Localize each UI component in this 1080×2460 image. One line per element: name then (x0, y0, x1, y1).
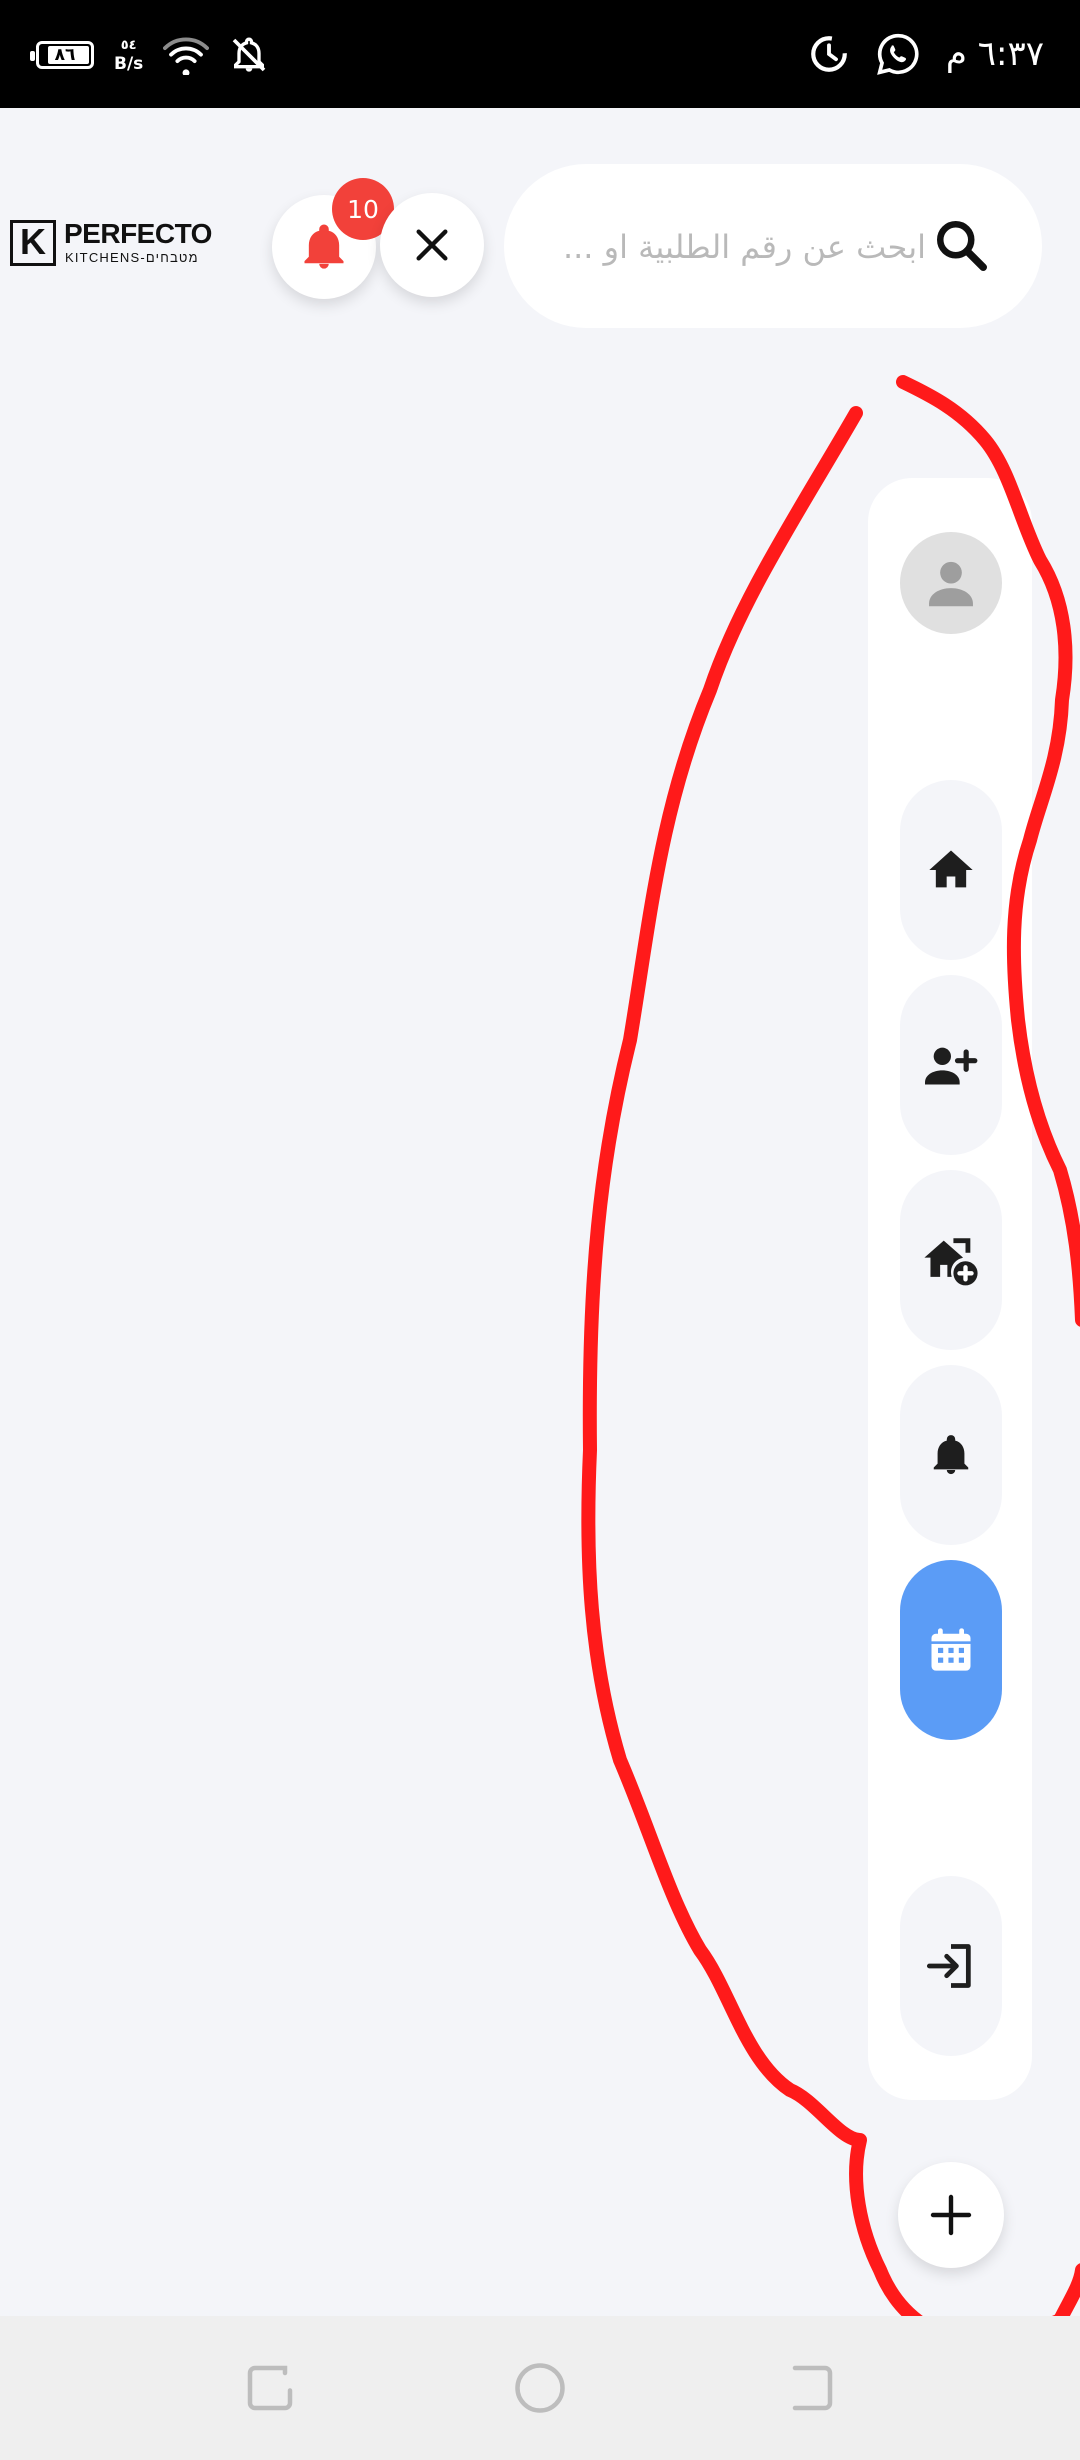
home-nav-icon[interactable] (510, 2358, 570, 2418)
logo-mark: K (10, 220, 56, 266)
clock-time: ٦:٣٧ م (945, 34, 1044, 74)
add-home-icon (924, 1238, 978, 1286)
battery-level: ٨٦ (54, 45, 76, 65)
login-icon (926, 1944, 971, 1988)
logo-title: PERFECTO (64, 218, 212, 249)
clock-app-icon (811, 36, 847, 72)
home-icon (929, 850, 973, 888)
system-navigation-bar (0, 2316, 1080, 2460)
status-right: ٦:٣٧ م (808, 26, 1044, 82)
nav-logout[interactable] (900, 1876, 1002, 2056)
recents-icon[interactable] (240, 2358, 300, 2418)
whatsapp-icon (877, 33, 919, 75)
user-avatar[interactable] (900, 532, 1002, 634)
network-speed: ٥٤ B/s (114, 36, 143, 74)
nav-add-home[interactable] (900, 1170, 1002, 1350)
person-icon (929, 561, 973, 607)
add-button[interactable] (898, 2162, 1004, 2268)
plus-icon (930, 2194, 972, 2236)
calendar-icon (931, 1628, 971, 1671)
nav-add-user[interactable] (900, 975, 1002, 1155)
status-bar: ٨٦ ٥٤ B/s ٦:٣٧ م (0, 0, 1080, 108)
back-icon[interactable] (780, 2358, 840, 2418)
close-icon (416, 229, 448, 261)
search-input[interactable] (534, 216, 928, 278)
nav-notifications[interactable] (900, 1365, 1002, 1545)
status-left: ٨٦ ٥٤ B/s (30, 30, 269, 80)
wifi-icon (163, 37, 210, 75)
nav-home[interactable] (900, 780, 1002, 960)
search-bar (504, 164, 1042, 328)
close-button[interactable] (380, 193, 484, 297)
bell-icon (933, 1435, 969, 1475)
net-speed-unit: B/s (114, 54, 144, 74)
notifications-off-icon (233, 37, 266, 72)
person-add-icon (925, 1047, 978, 1085)
net-speed-value: ٥٤ (120, 38, 137, 53)
logo-subtitle: KITCHENS-מטבחים (65, 250, 199, 265)
search-icon[interactable] (932, 216, 992, 276)
battery-icon: ٨٦ (30, 41, 94, 69)
brand-logo: K PERFECTO KITCHENS-מטבחים (10, 218, 220, 272)
nav-calendar[interactable] (900, 1560, 1002, 1740)
